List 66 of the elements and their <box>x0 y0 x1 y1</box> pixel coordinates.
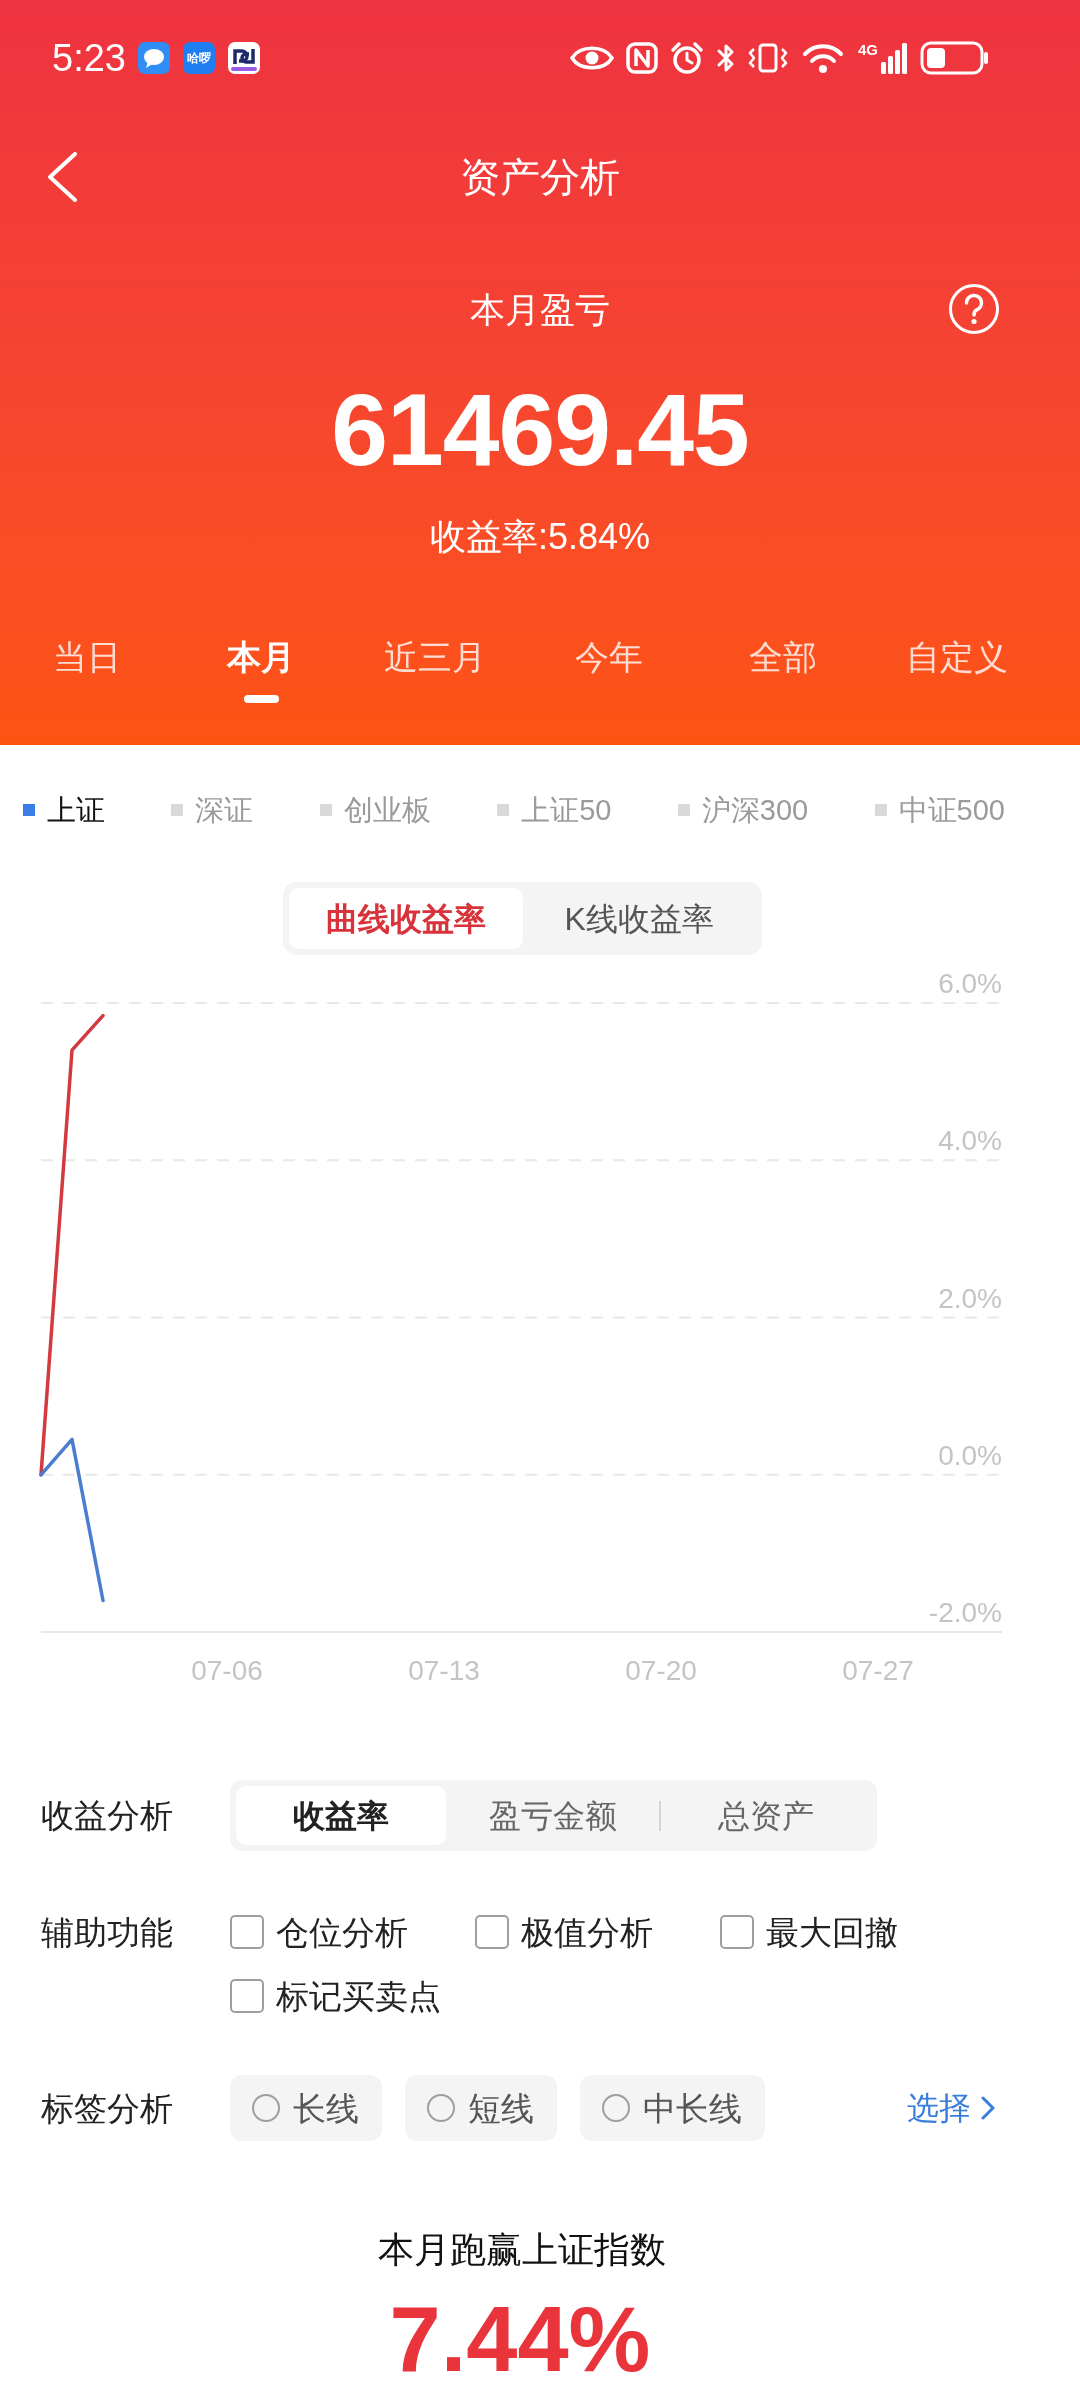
network-type-label: 4G <box>858 42 878 57</box>
wifi-icon <box>800 41 846 75</box>
checkbox-option[interactable]: 标记买卖点 <box>230 1971 475 2021</box>
legend-marker-icon <box>23 804 35 816</box>
status-time: 5:23 <box>52 39 126 77</box>
page-title: 资产分析 <box>460 157 620 197</box>
index-tab[interactable]: 中证500 <box>874 795 1005 825</box>
signal-icon <box>880 42 908 74</box>
chart-mode-tab[interactable]: K线收益率 <box>522 888 756 949</box>
legend-marker-icon <box>874 804 887 816</box>
y-axis-label: 6.0% <box>938 968 1002 999</box>
period-tab[interactable]: 近三月 <box>348 620 522 710</box>
index-tab[interactable]: 上证 <box>23 795 105 825</box>
legend-marker-icon <box>497 804 510 816</box>
chat-app-icon <box>137 42 170 74</box>
checkbox-option[interactable]: 极值分析 <box>475 1907 720 1957</box>
x-axis-label: 07-27 <box>842 1655 914 1686</box>
nfc-icon <box>626 42 658 74</box>
alarm-icon <box>670 41 704 75</box>
chart-mode-tab[interactable]: 曲线收益率 <box>289 888 523 949</box>
period-tab[interactable]: 当日 <box>0 620 174 710</box>
y-axis-label: 2.0% <box>938 1282 1002 1314</box>
y-axis-label: -2.0% <box>928 1597 1002 1628</box>
period-tab[interactable]: 今年 <box>522 620 696 710</box>
section-label: 标签分析 <box>41 2091 174 2125</box>
index-tab[interactable]: 创业板 <box>319 795 431 825</box>
back-icon[interactable] <box>46 152 78 202</box>
metric-label: 本月盈亏 <box>470 291 610 327</box>
analysis-tab[interactable]: 收益率 <box>236 1786 447 1845</box>
app-logo-icon <box>227 42 260 74</box>
chevron-right-icon <box>981 2096 995 2120</box>
comparison-title: 本月跑赢上证指数 <box>378 2232 666 2268</box>
x-axis-label: 07-20 <box>625 1655 697 1686</box>
checkbox-option[interactable]: 仓位分析 <box>230 1907 475 1957</box>
app-icon: 哈啰 <box>182 42 215 74</box>
legend-marker-icon <box>171 804 184 816</box>
analysis-tab[interactable]: 总资产 <box>660 1786 871 1845</box>
index-tab[interactable]: 上证50 <box>497 795 612 825</box>
x-axis-label: 07-06 <box>191 1655 263 1686</box>
bluetooth-icon <box>716 42 736 74</box>
legend-marker-icon <box>319 804 332 816</box>
index-tab[interactable]: 沪深300 <box>677 795 809 825</box>
section-label: 收益分析 <box>41 1799 174 1832</box>
select-link[interactable]: 选择 <box>907 2092 995 2124</box>
tag-option[interactable]: 长线 <box>230 2075 382 2141</box>
x-axis-label: 07-13 <box>408 1655 480 1686</box>
vibrate-icon <box>748 42 788 74</box>
tag-option[interactable]: 短线 <box>405 2075 557 2141</box>
period-tab[interactable]: 全部 <box>696 620 870 710</box>
period-tab[interactable]: 本月 <box>174 620 348 710</box>
analysis-tab[interactable]: 盈亏金额 <box>448 1786 659 1845</box>
y-axis-label: 4.0% <box>938 1125 1002 1157</box>
eye-icon <box>570 44 614 72</box>
tab-indicator <box>243 695 279 703</box>
index-tab[interactable]: 深证 <box>171 795 254 825</box>
period-tab[interactable]: 自定义 <box>870 620 1044 710</box>
y-axis-label: 0.0% <box>938 1439 1002 1471</box>
return-rate: 收益率:5.84% <box>429 519 651 555</box>
section-label: 辅助功能 <box>41 1915 173 1949</box>
tag-option[interactable]: 中长线 <box>580 2075 765 2141</box>
help-icon[interactable] <box>948 283 1000 335</box>
legend-marker-icon <box>677 804 690 816</box>
battery-icon <box>920 41 990 75</box>
outperform-value: 7.44% <box>389 2293 651 2385</box>
checkbox-option[interactable]: 最大回撤 <box>720 1907 1039 1957</box>
profit-amount: 61469.45 <box>331 379 749 481</box>
